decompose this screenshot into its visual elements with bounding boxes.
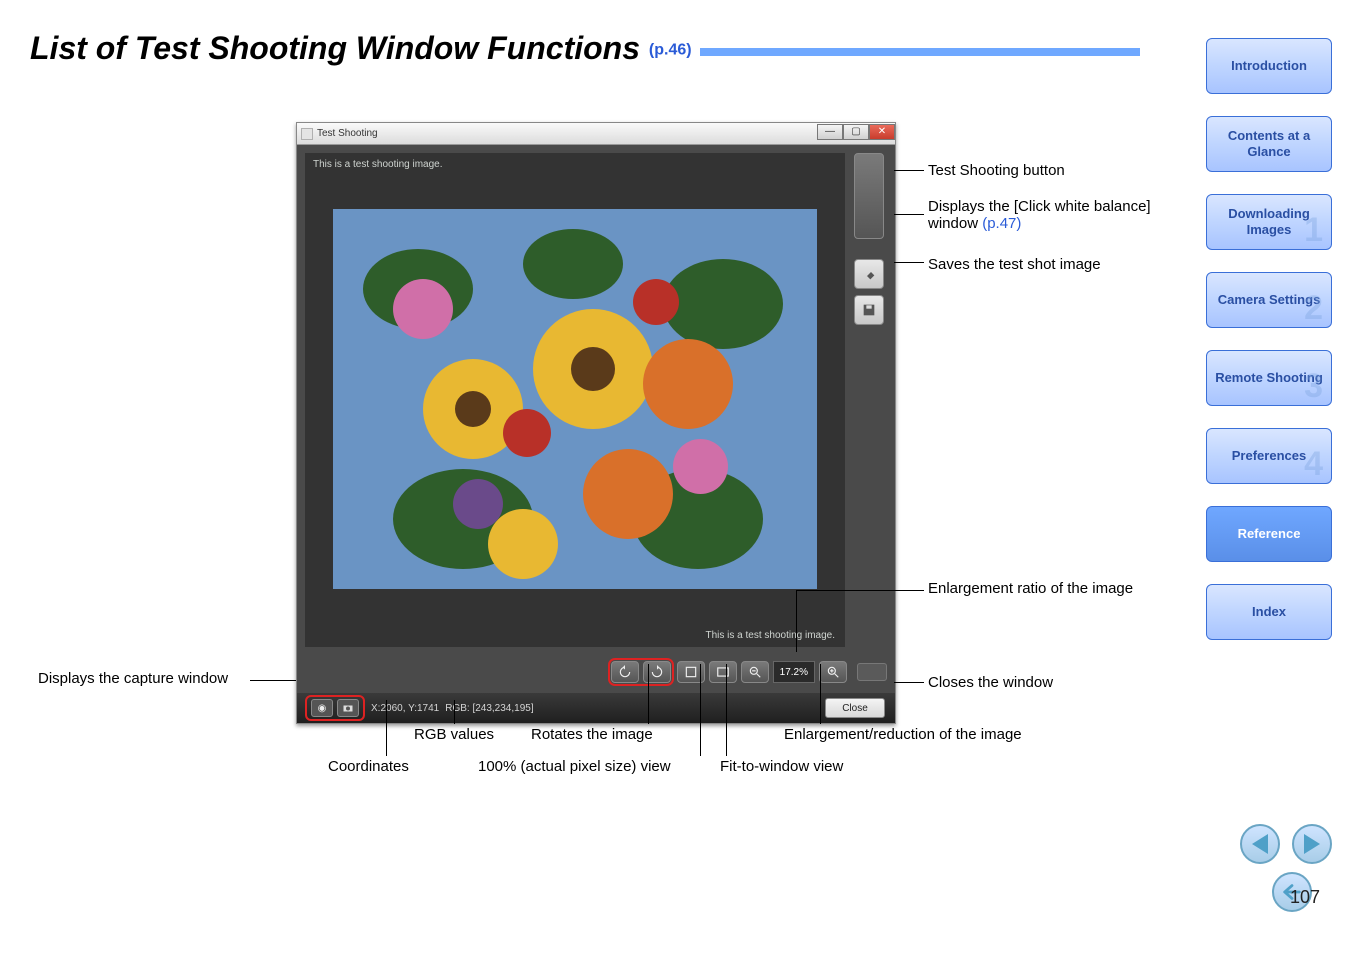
prev-page-button[interactable] (1240, 824, 1280, 864)
zoom-ratio-display: 17.2% (773, 661, 815, 683)
nav-downloading[interactable]: Downloading Images1 (1206, 194, 1332, 250)
rotate-ccw-icon (618, 665, 632, 679)
page-title-ref[interactable]: (p.46) (649, 42, 692, 59)
callout-save-shot: Saves the test shot image (928, 256, 1101, 273)
zoom-out-button[interactable] (741, 661, 769, 683)
bottom-toolbar: 17.2% (297, 655, 895, 693)
callout-hundred-percent: 100% (actual pixel size) view (478, 758, 671, 775)
callout-capture-window: Displays the capture window (38, 670, 228, 687)
nav-introduction-label: Introduction (1231, 58, 1307, 74)
rotate-cw-icon (650, 665, 664, 679)
rotate-ccw-button[interactable] (611, 661, 639, 683)
status-rgb: RGB: [243,234,195] (445, 703, 533, 714)
nav-remote-shooting[interactable]: Remote Shooting3 (1206, 350, 1332, 406)
callout-test-shooting-button: Test Shooting button (928, 162, 1065, 179)
nav-introduction[interactable]: Introduction (1206, 38, 1332, 94)
close-button[interactable]: Close (825, 698, 885, 718)
nav-camera-settings[interactable]: Camera Settings2 (1206, 272, 1332, 328)
nav-reference-label: Reference (1238, 526, 1301, 542)
test-shooting-window-figure: Test Shooting — ▢ ✕ This is a test shoot… (296, 122, 896, 724)
page-title-text: List of Test Shooting Window Functions (30, 30, 640, 66)
zoom-in-button[interactable] (819, 661, 847, 683)
eyedropper-icon (861, 266, 877, 282)
minimize-button[interactable]: — (817, 124, 843, 140)
window-title-text: Test Shooting (317, 128, 378, 139)
callout-ratio: Enlargement ratio of the image (928, 580, 1148, 597)
rotate-buttons-highlight (609, 659, 673, 685)
floppy-disk-icon (861, 302, 877, 318)
nav-index[interactable]: Index (1206, 584, 1332, 640)
next-page-button[interactable] (1292, 824, 1332, 864)
nav-watermark-4: 4 (1304, 444, 1323, 485)
sidebar-nav: Introduction Contents at a Glance Downlo… (1206, 38, 1332, 640)
callout-coords: Coordinates (328, 758, 409, 775)
nav-preferences-label: Preferences (1232, 448, 1306, 464)
image-overlay-bottom: This is a test shooting image. (705, 630, 835, 641)
fit-window-icon (716, 665, 730, 679)
preview-photo (333, 209, 817, 589)
test-shooting-button[interactable] (854, 153, 884, 239)
status-coords: X:2060, Y:1741 (371, 703, 439, 714)
nav-downloading-label: Downloading Images (1209, 206, 1329, 237)
callout-click-wb-text: Displays the [Click white balance] windo… (928, 198, 1151, 232)
actual-size-icon (684, 665, 698, 679)
callout-close: Closes the window (928, 674, 1053, 691)
window-controls: — ▢ ✕ (817, 123, 895, 140)
page-nav-arrows (1240, 824, 1332, 864)
capture-window-buttons-highlight: ◉ (305, 695, 365, 721)
nav-remote-shooting-label: Remote Shooting (1215, 370, 1323, 386)
title-decoration-line (700, 48, 1140, 56)
callout-fit-window: Fit-to-window view (720, 758, 843, 775)
client-area: This is a test shooting image. (297, 145, 895, 655)
image-panel[interactable]: This is a test shooting image. (305, 153, 845, 647)
nav-index-label: Index (1252, 604, 1286, 620)
callout-click-wb: Displays the [Click white balance] windo… (928, 198, 1158, 232)
camera-icon (342, 702, 354, 714)
callout-click-wb-link[interactable]: (p.47) (982, 215, 1021, 232)
page-number: 107 (1290, 887, 1320, 908)
triangle-right-icon (1304, 834, 1320, 854)
zoom-in-icon (826, 665, 840, 679)
app-icon (301, 128, 313, 140)
rotate-cw-button[interactable] (643, 661, 671, 683)
toolbar-spacer (857, 663, 887, 681)
callout-rgb: RGB values (414, 726, 494, 743)
window-titlebar[interactable]: Test Shooting — ▢ ✕ (297, 123, 895, 145)
fit-window-button[interactable] (709, 661, 737, 683)
nav-camera-settings-label: Camera Settings (1218, 292, 1321, 308)
triangle-left-icon (1252, 834, 1268, 854)
nav-contents-label: Contents at a Glance (1209, 128, 1329, 159)
capture-window-button-2[interactable] (337, 699, 359, 717)
image-overlay-top: This is a test shooting image. (313, 159, 443, 170)
right-button-column (853, 153, 885, 647)
nav-contents[interactable]: Contents at a Glance (1206, 116, 1332, 172)
nav-reference[interactable]: Reference (1206, 506, 1332, 562)
app-window: Test Shooting — ▢ ✕ This is a test shoot… (296, 122, 896, 724)
close-window-button[interactable]: ✕ (869, 124, 895, 140)
nav-preferences[interactable]: Preferences4 (1206, 428, 1332, 484)
zoom-out-icon (748, 665, 762, 679)
click-white-balance-button[interactable] (854, 259, 884, 289)
save-image-button[interactable] (854, 295, 884, 325)
callout-zoom: Enlargement/reduction of the image (784, 726, 1022, 743)
page-title: List of Test Shooting Window Functions (… (30, 30, 692, 67)
callout-rotate: Rotates the image (531, 726, 653, 743)
maximize-button[interactable]: ▢ (843, 124, 869, 140)
capture-window-button-1[interactable]: ◉ (311, 699, 333, 717)
